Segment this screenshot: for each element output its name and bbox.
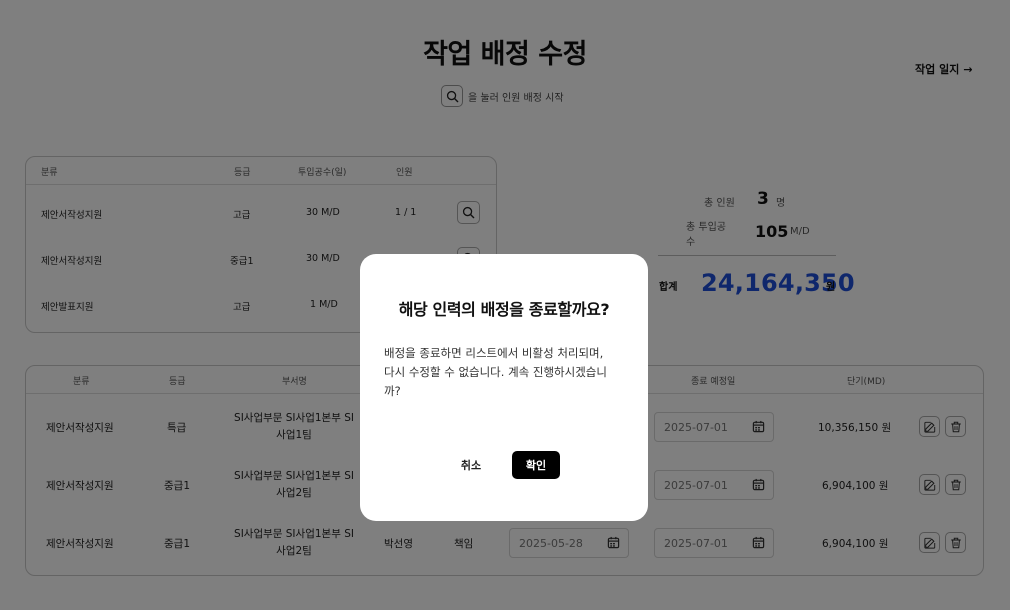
- dialog-message: 배정을 종료하면 리스트에서 비활성 처리되며, 다시 수정할 수 없습니다. …: [384, 344, 624, 401]
- cancel-button[interactable]: 취소: [451, 451, 491, 479]
- page: 작업 배정 수정 을 눌러 인원 배정 시작 작업 일지 → 분류 등급 투입공…: [0, 0, 1010, 610]
- dialog-message-line2: 다시 수정할 수 없습니다. 계속 진행하시겠습니: [384, 365, 607, 379]
- dialog-message-line3: 까?: [384, 384, 401, 398]
- confirm-dialog: 해당 인력의 배정을 종료할까요? 배정을 종료하면 리스트에서 비활성 처리되…: [360, 254, 648, 521]
- dialog-title: 해당 인력의 배정을 종료할까요?: [398, 300, 610, 319]
- dialog-message-line1: 배정을 종료하면 리스트에서 비활성 처리되며,: [384, 346, 604, 360]
- confirm-button[interactable]: 확인: [512, 451, 560, 479]
